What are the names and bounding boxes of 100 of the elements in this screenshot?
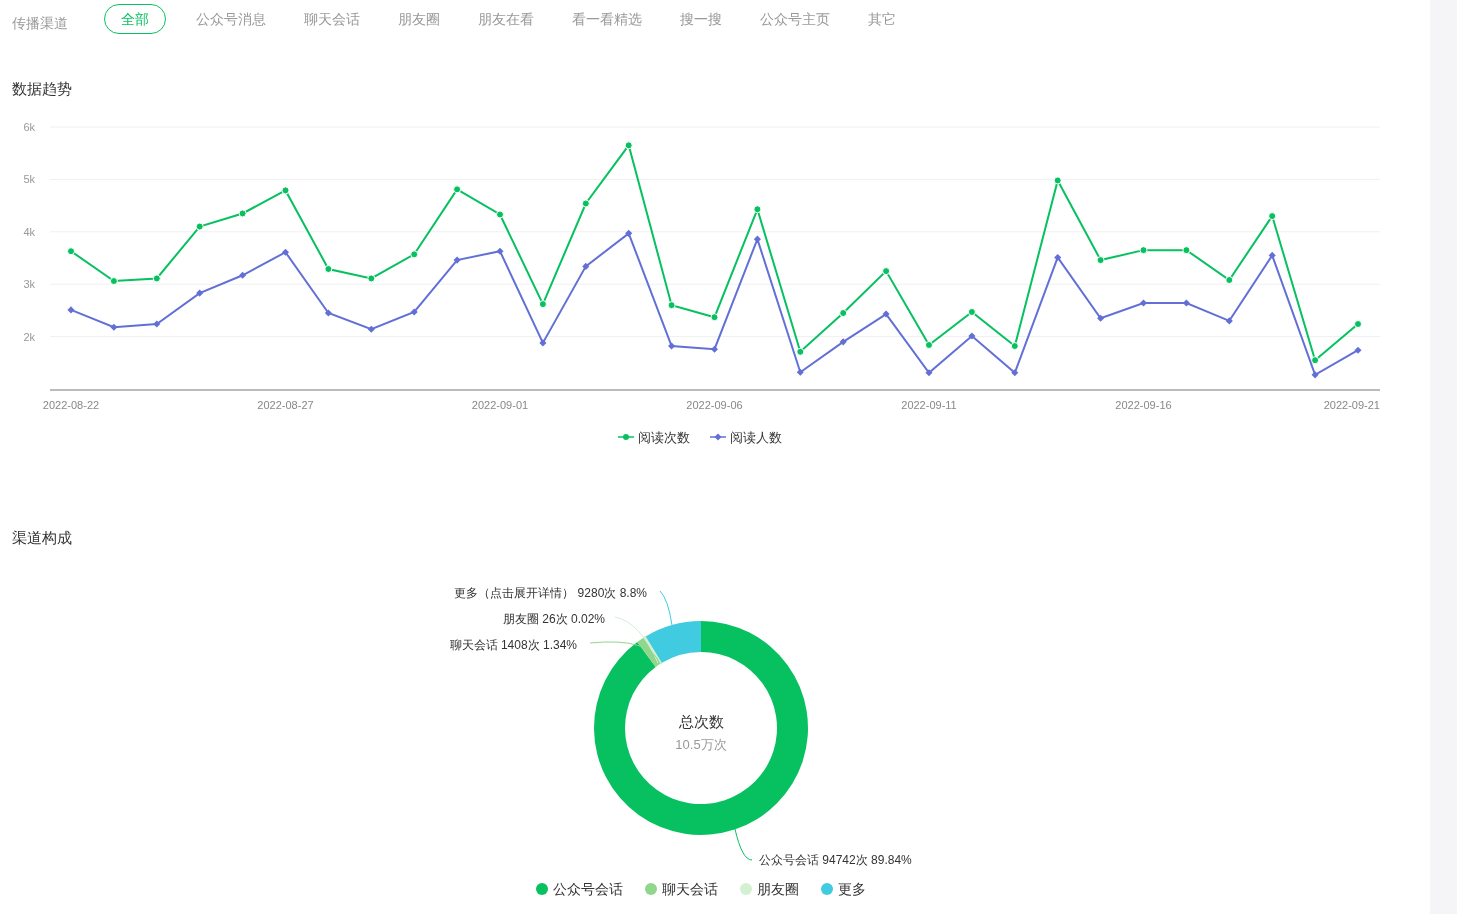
data-point <box>925 340 933 349</box>
data-point <box>453 256 461 264</box>
axis-label: 5k <box>23 172 35 185</box>
data-point <box>1311 370 1319 378</box>
leader-line <box>734 828 753 860</box>
data-point <box>1182 299 1190 307</box>
axis-label: 2022-09-01 <box>471 398 529 411</box>
data-point <box>195 222 204 231</box>
slice-label: 公众号会话 94742次 89.84% <box>759 852 912 867</box>
data-point <box>624 140 633 149</box>
data-point <box>796 347 805 356</box>
data-point <box>839 308 848 317</box>
data-point <box>1311 355 1320 364</box>
data-point <box>239 271 247 279</box>
data-point <box>1268 211 1277 220</box>
channel-tab[interactable]: 其它 <box>860 4 904 34</box>
data-point <box>1053 175 1062 184</box>
data-point <box>753 235 761 243</box>
slice-label: 更多（点击展开详情） 9280次 8.8% <box>454 585 647 600</box>
data-point <box>238 208 247 217</box>
data-point <box>710 345 719 353</box>
data-point <box>153 320 161 328</box>
data-point <box>496 247 504 255</box>
data-point <box>281 248 290 256</box>
data-point <box>539 338 547 346</box>
channel-tab[interactable]: 朋友在看 <box>470 4 542 34</box>
donut-segment[interactable] <box>643 635 663 664</box>
channel-tab[interactable]: 看一看精选 <box>564 4 650 34</box>
data-point <box>67 246 75 255</box>
data-point <box>710 312 719 321</box>
data-point <box>496 210 504 218</box>
legend-item[interactable]: 阅读人数 <box>710 427 782 447</box>
axis-label: 2022-08-22 <box>42 398 100 411</box>
data-point <box>152 273 161 282</box>
data-point <box>796 368 804 376</box>
legend-item[interactable]: 更多 <box>821 878 866 900</box>
data-point <box>410 307 418 315</box>
data-point <box>925 368 933 376</box>
data-point <box>1097 314 1105 322</box>
data-point <box>1139 245 1148 254</box>
data-point <box>582 262 590 270</box>
data-point <box>410 249 419 258</box>
data-point <box>1225 275 1234 284</box>
data-point <box>882 310 890 318</box>
data-point <box>453 184 462 193</box>
section-title: 渠道构成 <box>11 528 73 548</box>
legend-item[interactable]: 朋友圈 <box>740 878 799 900</box>
data-point <box>1182 245 1191 254</box>
data-point <box>1054 253 1062 261</box>
axis-label: 3k <box>23 277 35 290</box>
axis-label: 4k <box>23 225 35 238</box>
channel-tab[interactable]: 公众号主页 <box>752 4 838 34</box>
data-point <box>625 229 633 237</box>
donut-segment[interactable] <box>644 620 701 663</box>
data-point <box>1010 341 1019 350</box>
legend-item[interactable]: 聊天会话 <box>645 878 718 900</box>
axis-label: 2k <box>23 330 35 343</box>
channel-tab[interactable]: 公众号消息 <box>188 4 274 34</box>
channel-tab[interactable]: 搜一搜 <box>672 4 730 34</box>
section-title: 数据趋势 <box>11 79 73 99</box>
data-point <box>839 337 847 345</box>
slice-label: 朋友圈 26次 0.02% <box>502 611 605 626</box>
data-point <box>67 305 75 313</box>
data-point <box>324 309 332 317</box>
data-point <box>1354 346 1362 354</box>
data-point <box>668 342 676 350</box>
data-point <box>1354 319 1362 328</box>
data-point <box>882 266 891 275</box>
data-point <box>109 276 118 285</box>
legend-item[interactable]: 公众号会话 <box>536 878 623 900</box>
data-point <box>667 300 676 309</box>
channel-tab[interactable]: 朋友圈 <box>390 4 448 34</box>
axis-label: 6k <box>23 120 35 133</box>
data-point <box>581 199 590 207</box>
data-point <box>1011 368 1019 376</box>
slice-label: 聊天会话 1408次 1.34% <box>449 637 577 652</box>
legend-marker-icon <box>618 433 634 442</box>
data-point <box>281 185 290 194</box>
data-point <box>324 264 333 273</box>
axis-label: 2022-09-21 <box>1323 398 1380 411</box>
center-title: 总次数 <box>678 712 724 730</box>
legend-marker-icon <box>710 433 726 442</box>
data-point <box>367 325 375 333</box>
data-point <box>110 323 118 331</box>
axis-label: 2022-09-11 <box>901 398 957 411</box>
data-point <box>967 307 976 316</box>
filter-label: 传播渠道 <box>12 13 68 33</box>
data-point <box>1096 255 1105 264</box>
data-point <box>968 332 976 340</box>
axis-label: 2022-09-16 <box>1115 398 1172 411</box>
data-point <box>367 273 376 282</box>
axis-label: 2022-09-06 <box>686 398 743 411</box>
center-value: 10.5万次 <box>675 736 727 752</box>
data-point <box>753 204 762 213</box>
data-point <box>1268 251 1276 259</box>
data-point <box>1139 299 1148 307</box>
data-point <box>538 299 547 308</box>
channel-tab[interactable]: 聊天会话 <box>296 4 368 34</box>
legend-item[interactable]: 阅读次数 <box>618 427 690 447</box>
data-point <box>196 289 204 297</box>
